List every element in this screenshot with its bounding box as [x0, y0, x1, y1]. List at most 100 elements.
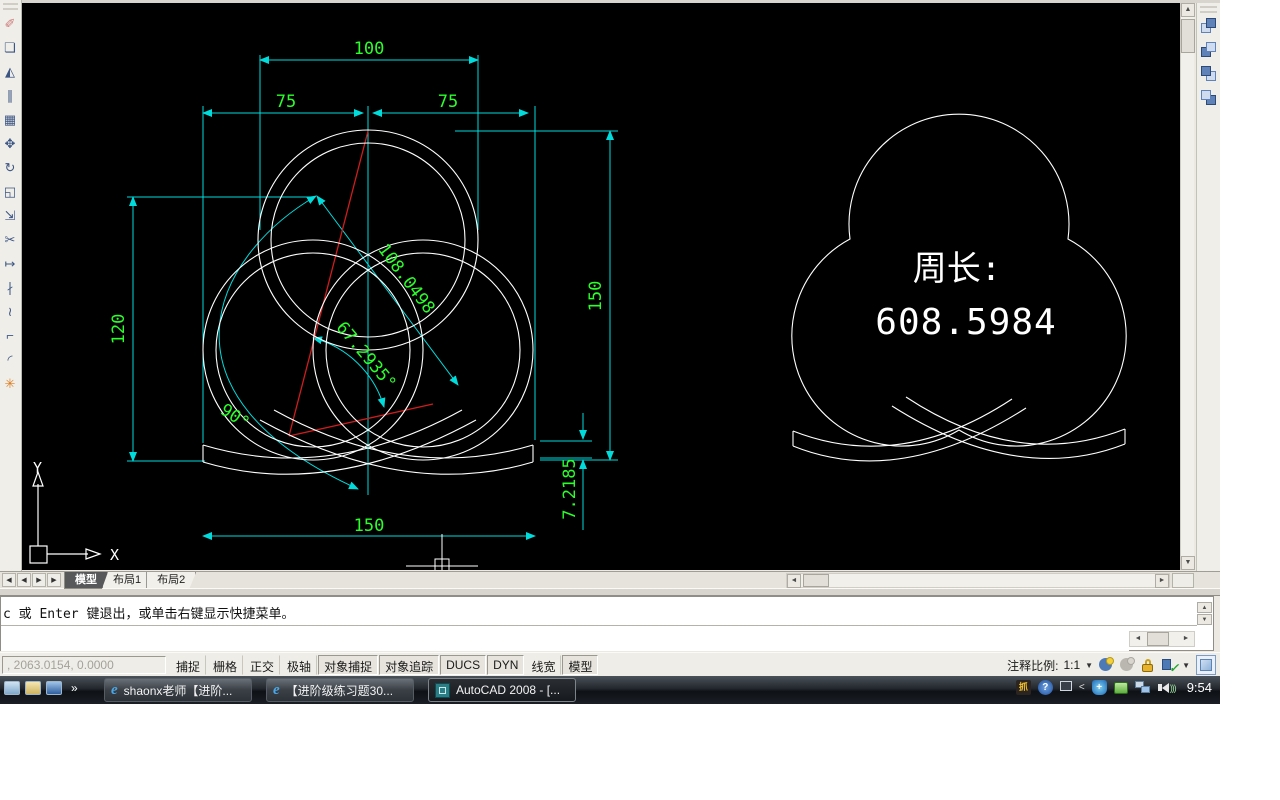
grid-toggle[interactable]: 栅格	[207, 655, 244, 675]
otrack-toggle[interactable]: 对象追踪	[379, 655, 440, 675]
scroll-left-icon[interactable]: ◄	[787, 574, 801, 588]
network-icon[interactable]	[1134, 681, 1151, 694]
taskbar-button-browser-2[interactable]: e 【进阶级练习题30...	[266, 678, 414, 702]
command-vscrollbar[interactable]: ▲ ▼	[1197, 602, 1212, 626]
snap-toggle[interactable]: 捕捉	[170, 655, 207, 675]
cmd-hscroll-thumb[interactable]	[1147, 632, 1169, 646]
explode-icon[interactable]: ✳	[0, 372, 20, 396]
annotation-scale-label: 注释比例:	[1007, 658, 1059, 673]
offset-icon[interactable]: ∥	[0, 84, 20, 108]
taskbar-button-browser-1[interactable]: e shaonx老师【进阶...	[104, 678, 252, 702]
move-icon[interactable]: ✥	[0, 132, 20, 156]
scroll-up-icon[interactable]: ▲	[1197, 602, 1212, 613]
tray-window-icon[interactable]	[1059, 681, 1072, 691]
break-icon[interactable]: ≀	[0, 300, 20, 324]
clock[interactable]: 9:54	[1187, 680, 1212, 695]
lineweight-toggle[interactable]: 线宽	[525, 655, 562, 675]
scale-icon[interactable]: ◱	[0, 180, 20, 204]
tab-nav-next-icon[interactable]: ▶	[32, 573, 46, 587]
tab-layout2[interactable]: 布局2	[146, 572, 197, 589]
annotation-sync-icon[interactable]: ✓	[1161, 657, 1179, 675]
vscroll-thumb[interactable]	[1181, 19, 1195, 53]
mirror-icon[interactable]: ◭	[0, 60, 20, 84]
ducs-toggle[interactable]: DUCS	[440, 655, 487, 675]
scroll-right-icon[interactable]: ►	[1179, 633, 1193, 647]
battery-icon[interactable]	[1113, 681, 1128, 694]
osnap-toggle[interactable]: 对象捕捉	[318, 655, 379, 675]
stretch-icon[interactable]: ⇲	[0, 204, 20, 228]
annotation-autoscale-icon[interactable]	[1119, 657, 1136, 673]
tray-collapse-icon[interactable]: <	[1079, 682, 1085, 693]
crosshair-cursor[interactable]	[406, 534, 478, 574]
show-desktop-icon[interactable]	[4, 681, 20, 695]
copy-icon[interactable]: ❏	[0, 36, 20, 60]
rotate-icon[interactable]: ↻	[0, 156, 20, 180]
dyn-toggle[interactable]: DYN	[487, 655, 525, 675]
scroll-left-icon[interactable]: ◄	[1131, 633, 1145, 647]
media-player-icon[interactable]	[46, 681, 62, 695]
dim-right-height: 150	[586, 281, 606, 312]
bring-to-front-icon[interactable]	[1198, 15, 1220, 38]
tab-nav-first-icon[interactable]: ◀	[2, 573, 16, 587]
canvas-hscrollbar[interactable]: ◄ ►	[786, 573, 1170, 588]
polar-toggle[interactable]: 极轴	[281, 655, 318, 675]
annotation-scale-dropdown-icon[interactable]: ▼	[1085, 661, 1093, 670]
tray-app-icon[interactable]: 抓	[1015, 680, 1031, 695]
scroll-down-icon[interactable]: ▼	[1181, 556, 1195, 570]
drawing-svg: Y X 100 75 75 150 120 150 7.2185 90° 108…	[29, 39, 1127, 574]
scroll-right-icon[interactable]: ►	[1155, 574, 1169, 588]
trim-icon[interactable]: ✂	[0, 228, 20, 252]
canvas-vscrollbar[interactable]: ▲ ▼	[1180, 3, 1195, 570]
toolbar-grip[interactable]	[1200, 6, 1217, 13]
bring-above-objects-icon[interactable]	[1198, 63, 1220, 86]
dim-offset: 7.2185	[560, 458, 580, 519]
send-under-objects-icon[interactable]	[1198, 87, 1220, 110]
quick-launch: »	[4, 681, 78, 695]
annotation-visibility-icon[interactable]	[1098, 657, 1115, 673]
scrollbar-corner	[1172, 573, 1194, 588]
internet-explorer-icon: e	[111, 681, 118, 698]
explorer-icon[interactable]	[25, 681, 41, 695]
chamfer-icon[interactable]: ⌐	[0, 324, 20, 348]
perimeter-label: 周长:	[913, 249, 1001, 289]
toolbar-grip[interactable]	[3, 3, 18, 10]
tab-nav-last-icon[interactable]: ▶	[47, 573, 61, 587]
tab-nav-prev-icon[interactable]: ◀	[17, 573, 31, 587]
task-label: 【进阶级练习题30...	[285, 683, 394, 698]
tab-layout1[interactable]: 布局1	[102, 572, 153, 589]
model-canvas[interactable]: Y X 100 75 75 150 120 150 7.2185 90° 108…	[22, 3, 1180, 574]
dimension-extension-lines	[127, 55, 618, 495]
scroll-up-icon[interactable]: ▲	[1181, 3, 1195, 17]
security-shield-icon[interactable]: +	[1091, 680, 1107, 695]
dim-left-half: 75	[276, 92, 296, 112]
model-space-toggle[interactable]: 模型	[562, 655, 599, 675]
tray-help-icon[interactable]: ?	[1037, 680, 1053, 695]
clean-screen-button[interactable]	[1196, 655, 1216, 675]
volume-icon[interactable]: )))	[1157, 682, 1177, 693]
dim-right-half: 75	[438, 92, 458, 112]
dim-angle-67: 67.2935°	[332, 318, 400, 394]
command-splitter[interactable]	[0, 588, 1220, 596]
dim-bottom-width: 150	[354, 516, 385, 536]
taskbar-button-autocad[interactable]: AutoCAD 2008 - [...	[428, 678, 576, 702]
quicklaunch-overflow-icon[interactable]: »	[71, 681, 78, 695]
status-menu-dropdown-icon[interactable]: ▼	[1182, 661, 1190, 670]
extend-icon[interactable]: ↦	[0, 252, 20, 276]
tab-model[interactable]: 模型	[64, 572, 108, 589]
annotation-scale-value[interactable]: 1:1	[1063, 658, 1080, 672]
command-hscrollbar[interactable]: ◄ ►	[1129, 631, 1195, 647]
ortho-toggle[interactable]: 正交	[244, 655, 281, 675]
scroll-down-icon[interactable]: ▼	[1197, 614, 1212, 625]
array-icon[interactable]: ▦	[0, 108, 20, 132]
layout-tab-bar: ◀ ◀ ▶ ▶ 模型 布局1 布局2 ◄ ►	[0, 571, 1220, 589]
hscroll-thumb[interactable]	[803, 574, 829, 587]
fillet-icon[interactable]: ◜	[0, 348, 20, 372]
send-to-back-icon[interactable]	[1198, 39, 1220, 62]
command-input[interactable]	[1, 627, 1129, 651]
dim-diagonal: 108.0498	[373, 240, 438, 317]
internet-explorer-icon: e	[273, 681, 280, 698]
break-at-point-icon[interactable]: ∤	[0, 276, 20, 300]
erase-icon[interactable]: ✐	[0, 12, 20, 36]
toolbar-lock-icon[interactable]	[1140, 657, 1156, 673]
dim-left-height: 120	[109, 314, 129, 345]
